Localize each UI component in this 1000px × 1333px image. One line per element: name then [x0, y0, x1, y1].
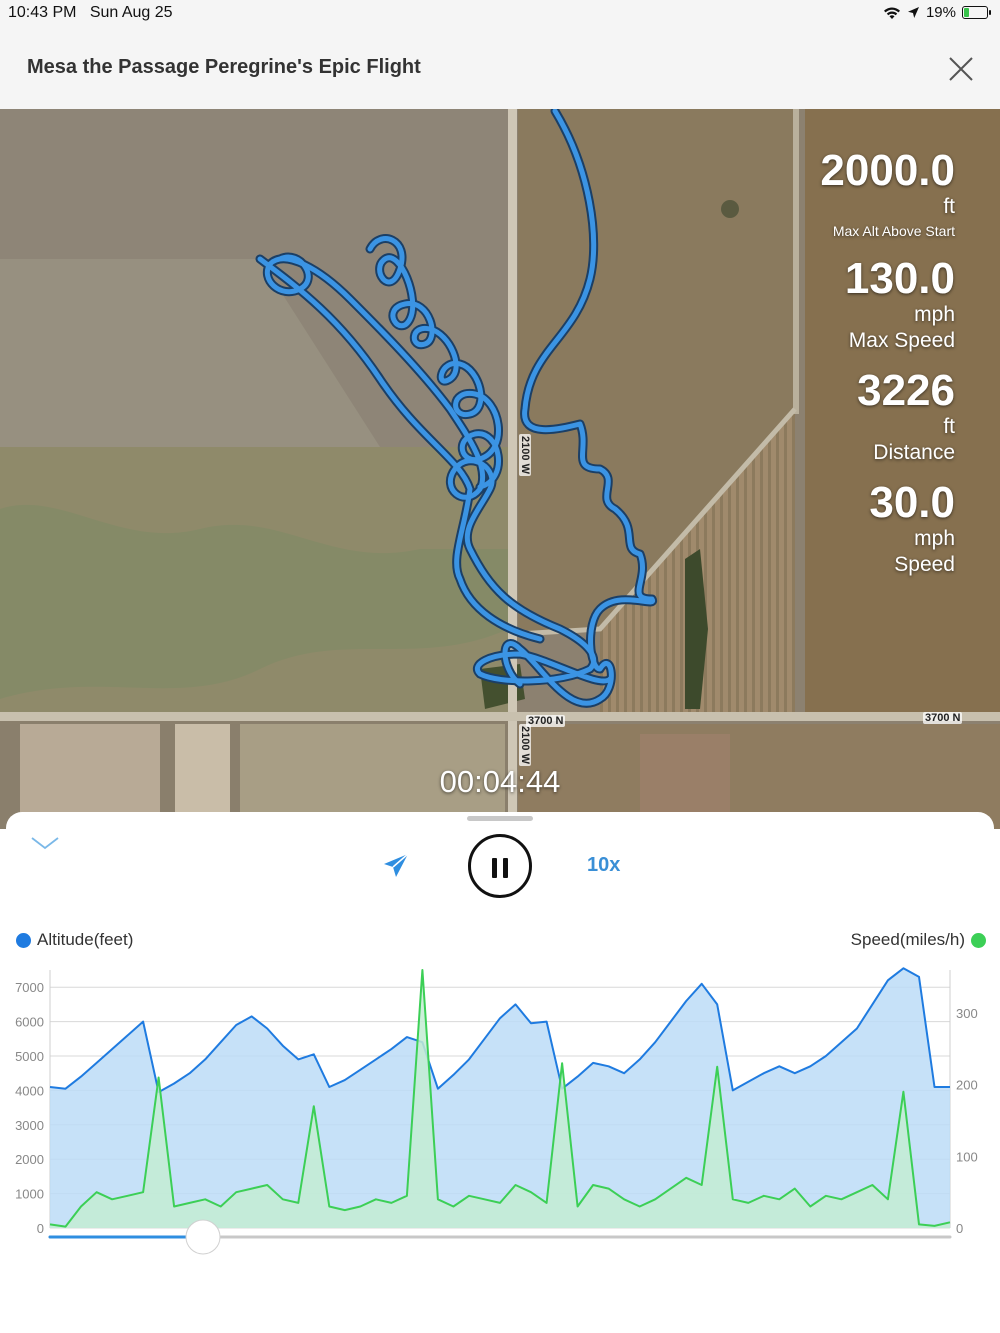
stat-unit: mph: [914, 303, 955, 326]
legend-label: Altitude(feet): [37, 930, 134, 949]
status-clock: 10:43 PM: [8, 4, 77, 21]
playback-panel: 10x Altitude(feet) Speed(miles/h) 0 1000 2…: [6, 812, 994, 1333]
title-bar: Mesa the Passage Peregrine's Epic Flight: [0, 28, 1000, 109]
location-arrow-icon: [907, 7, 919, 18]
stat-caption: Max Alt Above Start: [832, 223, 955, 240]
y-tick-label-right: 100: [956, 1149, 978, 1164]
chevron-down-icon[interactable]: [30, 834, 60, 852]
stat-caption: Distance: [873, 441, 955, 465]
battery-charging-icon: [962, 6, 991, 19]
pause-icon: [503, 858, 508, 878]
road-label: 3700 N: [923, 712, 963, 724]
legend-dot-altitude: [16, 932, 31, 948]
status-time: 10:43 PM Sun Aug 25: [8, 4, 173, 22]
stat-max-speed: 130.0 mph Max Speed: [845, 257, 955, 353]
y-tick-label-left: 1000: [15, 1187, 44, 1202]
road-label: 2100 W: [518, 724, 531, 766]
y-tick-label-right: 300: [956, 1006, 978, 1021]
legend-speed: Speed(miles/h): [851, 930, 986, 950]
progress-slider-thumb[interactable]: [185, 1219, 221, 1255]
y-tick-label-left: 7000: [15, 980, 44, 995]
pause-button[interactable]: [468, 834, 532, 898]
stat-unit: mph: [914, 527, 955, 550]
page-title: Mesa the Passage Peregrine's Epic Flight: [27, 56, 421, 78]
stat-value: 130.0: [844, 254, 955, 303]
y-tick-label-right: 0: [956, 1221, 963, 1236]
flight-chart: 0 1000 2000 3000 4000 5000 6000 7000 0 100 200 300: [15, 967, 978, 1255]
y-tick-label-left: 3000: [15, 1118, 44, 1133]
y-tick-label-left: 2000: [15, 1152, 44, 1167]
drag-handle[interactable]: [467, 816, 533, 821]
battery-level-fill: [964, 8, 969, 17]
status-indicators: 19%: [883, 4, 991, 21]
road-label: 3700 N: [526, 715, 566, 727]
stat-value: 2000.0: [820, 146, 955, 195]
y-tick-label-left: 4000: [15, 1083, 44, 1098]
legend-label: Speed(miles/h): [850, 930, 965, 949]
stat-speed: 30.0 mph Speed: [869, 481, 955, 577]
map-view[interactable]: 2100 W 2100 W 3700 N 3700 N 2000.0 ft Ma…: [0, 109, 1000, 829]
stat-max-altitude: 2000.0 ft Max Alt Above Start: [820, 149, 955, 243]
elapsed-time: 00:04:44: [439, 764, 561, 799]
stat-unit: ft: [943, 195, 955, 218]
paper-plane-icon[interactable]: [382, 852, 410, 880]
stat-value: 3226: [857, 366, 955, 415]
status-bar: 10:43 PM Sun Aug 25 19%: [0, 0, 1000, 28]
y-tick-label-left: 5000: [15, 1049, 44, 1064]
close-icon[interactable]: [948, 56, 974, 82]
stat-caption: Max Speed: [848, 329, 955, 353]
y-tick-label-left: 0: [37, 1221, 44, 1236]
altitude-series-area: [50, 968, 950, 1228]
legend-dot-speed: [971, 932, 986, 948]
wifi-icon: [883, 7, 900, 19]
y-tick-label-left: 6000: [15, 1015, 44, 1030]
legend-altitude: Altitude(feet): [16, 930, 133, 950]
playback-speed-button[interactable]: 10x: [587, 854, 620, 877]
road-label: 2100 W: [518, 434, 531, 476]
battery-percent: 19%: [925, 4, 956, 21]
stat-value: 30.0: [869, 478, 955, 527]
pause-icon: [492, 858, 497, 878]
status-date: Sun Aug 25: [89, 4, 173, 21]
stat-distance: 3226 ft Distance: [857, 369, 955, 465]
stat-unit: ft: [943, 415, 955, 438]
y-tick-label-right: 200: [956, 1078, 978, 1093]
stat-caption: Speed: [894, 553, 955, 577]
